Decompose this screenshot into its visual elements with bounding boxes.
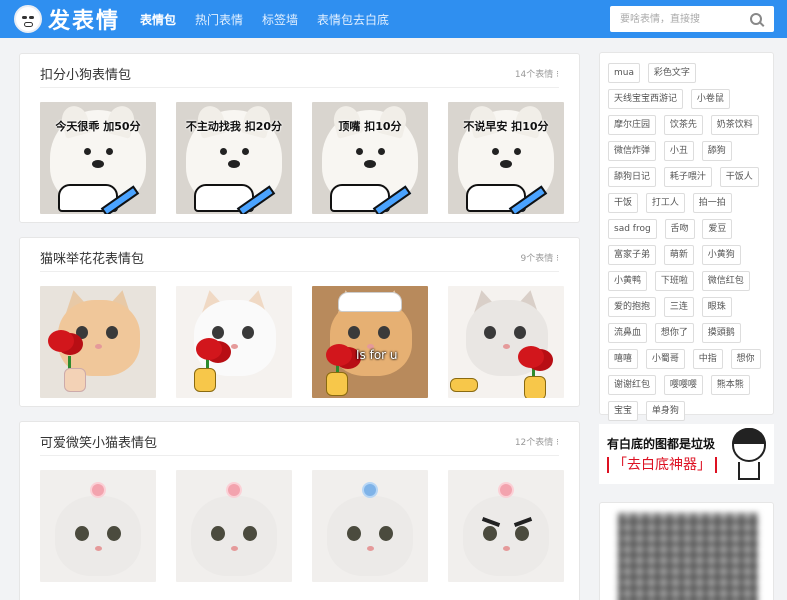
emoji-thumbnail[interactable]	[40, 286, 156, 398]
emoji-thumbnail[interactable]	[448, 470, 564, 582]
tag-item[interactable]: 舌吻	[664, 219, 695, 239]
tag-item[interactable]: 想你了	[654, 323, 694, 343]
search-box	[610, 6, 774, 32]
tag-item[interactable]: mua	[608, 63, 640, 83]
logo-text: 发表情	[48, 8, 121, 34]
emoji-thumbnail[interactable]	[312, 470, 428, 582]
tag-item[interactable]: 饮茶先	[663, 115, 703, 135]
tag-item[interactable]: 下班啦	[654, 271, 694, 291]
emoji-thumbnail[interactable]: 顶嘴 扣10分	[312, 102, 428, 214]
nav-item-remove-white-bg[interactable]: 表情包去白底	[317, 11, 389, 28]
nav-item-emoji-packs[interactable]: 表情包	[140, 11, 176, 28]
tag-item[interactable]: 摩尔庄园	[608, 115, 657, 135]
tag-item[interactable]: 摸頭鹅	[701, 323, 741, 343]
emoji-thumbnail[interactable]: 今天很乖 加50分	[40, 102, 156, 214]
tag-item[interactable]: 想你	[730, 349, 761, 369]
tag-item[interactable]: 耗子喂汁	[663, 167, 712, 187]
emoji-thumbnail[interactable]	[176, 470, 292, 582]
tag-item[interactable]: 流鼻血	[608, 323, 648, 343]
thumbnail-row: Is for u	[40, 286, 564, 398]
emoji-thumbnail[interactable]: 不主动找我 扣20分	[176, 102, 292, 214]
tag-item[interactable]: 舔狗	[701, 141, 732, 161]
emoji-thumbnail[interactable]	[176, 286, 292, 398]
section-count[interactable]: 9个表情	[521, 251, 559, 264]
tag-item[interactable]: 萌新	[663, 245, 694, 265]
tag-item[interactable]: 嘤嘤嘤	[663, 375, 703, 395]
main-nav: 表情包 热门表情 标签墙 表情包去白底	[140, 0, 408, 38]
qr-code-card	[599, 502, 774, 600]
section-card-cat-flower: 猫咪举花花表情包 9个表情 Is for u	[19, 237, 580, 407]
emoji-thumbnail[interactable]	[40, 470, 156, 582]
tag-item[interactable]: 小卷鼠	[690, 89, 730, 109]
section-title[interactable]: 猫咪举花花表情包	[40, 248, 144, 267]
tag-item[interactable]: 富家子弟	[608, 245, 657, 265]
tag-item[interactable]: 打工人	[645, 193, 685, 213]
nav-item-tag-wall[interactable]: 标签墙	[262, 11, 298, 28]
tag-item[interactable]: 爱的抱抱	[608, 297, 657, 317]
section-count[interactable]: 14个表情	[515, 67, 559, 80]
tag-item[interactable]: 谢谢红包	[608, 375, 657, 395]
site-logo[interactable]: 发表情	[14, 4, 120, 34]
tag-item[interactable]: 奶茶饮料	[710, 115, 759, 135]
cartoon-face-icon	[728, 428, 768, 480]
tag-item[interactable]: 小丑	[663, 141, 694, 161]
thumbnail-row: 今天很乖 加50分 不主动找我 扣20分 顶嘴 扣10分 不说早安 扣10分	[40, 102, 564, 214]
tag-item[interactable]: 微信红包	[701, 271, 750, 291]
section-header: 猫咪举花花表情包 9个表情	[40, 250, 559, 272]
qr-code-image	[618, 513, 758, 600]
tag-item[interactable]: 微信炸弹	[608, 141, 657, 161]
tag-item[interactable]: 单身狗	[645, 401, 685, 421]
section-card-dog: 扣分小狗表情包 14个表情 今天很乖 加50分 不主动找我 扣20分 顶嘴 扣1…	[19, 53, 580, 223]
tag-item[interactable]: 三连	[663, 297, 694, 317]
tag-item[interactable]: 宝宝	[608, 401, 639, 421]
tag-item[interactable]: 干饭人	[719, 167, 759, 187]
tag-item[interactable]: 小蜀哥	[645, 349, 685, 369]
emoji-thumbnail[interactable]	[448, 286, 564, 398]
thumbnail-row	[40, 470, 564, 582]
search-input[interactable]	[610, 7, 746, 31]
tag-item[interactable]: sad frog	[608, 219, 657, 239]
tag-item[interactable]: 小黄狗	[701, 245, 741, 265]
emoji-thumbnail[interactable]: Is for u	[312, 286, 428, 398]
section-card-smiling-cat: 可爱微笑小猫表情包 12个表情	[19, 421, 580, 600]
banner-headline: 有白底的图都是垃圾	[607, 437, 716, 451]
section-title[interactable]: 可爱微笑小猫表情包	[40, 432, 157, 451]
logo-face-icon	[14, 5, 42, 33]
emoji-thumbnail[interactable]: 不说早安 扣10分	[448, 102, 564, 214]
tag-item[interactable]: 彩色文字	[647, 63, 696, 83]
tag-item[interactable]: 干饭	[608, 193, 639, 213]
tag-item[interactable]: 中指	[692, 349, 723, 369]
tag-item[interactable]: 嘻嘻	[608, 349, 639, 369]
nav-item-hot-emojis[interactable]: 热门表情	[195, 11, 243, 28]
remove-white-bg-banner[interactable]: 有白底的图都是垃圾 「去白底神器」	[599, 424, 774, 484]
section-header: 可爱微笑小猫表情包 12个表情	[40, 434, 559, 456]
banner-tool-name: 「去白底神器」	[607, 457, 717, 473]
section-title[interactable]: 扣分小狗表情包	[40, 64, 131, 83]
tag-item[interactable]: 爱豆	[702, 219, 733, 239]
emoji-caption: Is for u	[356, 348, 398, 362]
section-count[interactable]: 12个表情	[515, 435, 559, 448]
emoji-caption: 不主动找我 扣20分	[185, 120, 283, 133]
emoji-caption: 今天很乖 加50分	[55, 120, 141, 133]
tag-item[interactable]: 拍一拍	[692, 193, 732, 213]
emoji-caption: 不说早安 扣10分	[463, 120, 549, 133]
emoji-caption: 顶嘴 扣10分	[338, 120, 402, 133]
tag-item[interactable]: 小黄鸭	[608, 271, 648, 291]
top-navigation-bar: 发表情 表情包 热门表情 标签墙 表情包去白底	[0, 0, 787, 38]
tag-cloud: mua 彩色文字 天线宝宝西游记 小卷鼠 摩尔庄园 饮茶先 奶茶饮料 微信炸弹 …	[599, 52, 774, 421]
search-icon[interactable]	[750, 13, 762, 25]
tag-item[interactable]: 眼珠	[701, 297, 732, 317]
tag-item[interactable]: 天线宝宝西游记	[608, 89, 684, 109]
section-header: 扣分小狗表情包 14个表情	[40, 66, 559, 88]
tag-item[interactable]: 熊本熊	[710, 375, 750, 395]
tag-item[interactable]: 舔狗日记	[608, 167, 657, 187]
